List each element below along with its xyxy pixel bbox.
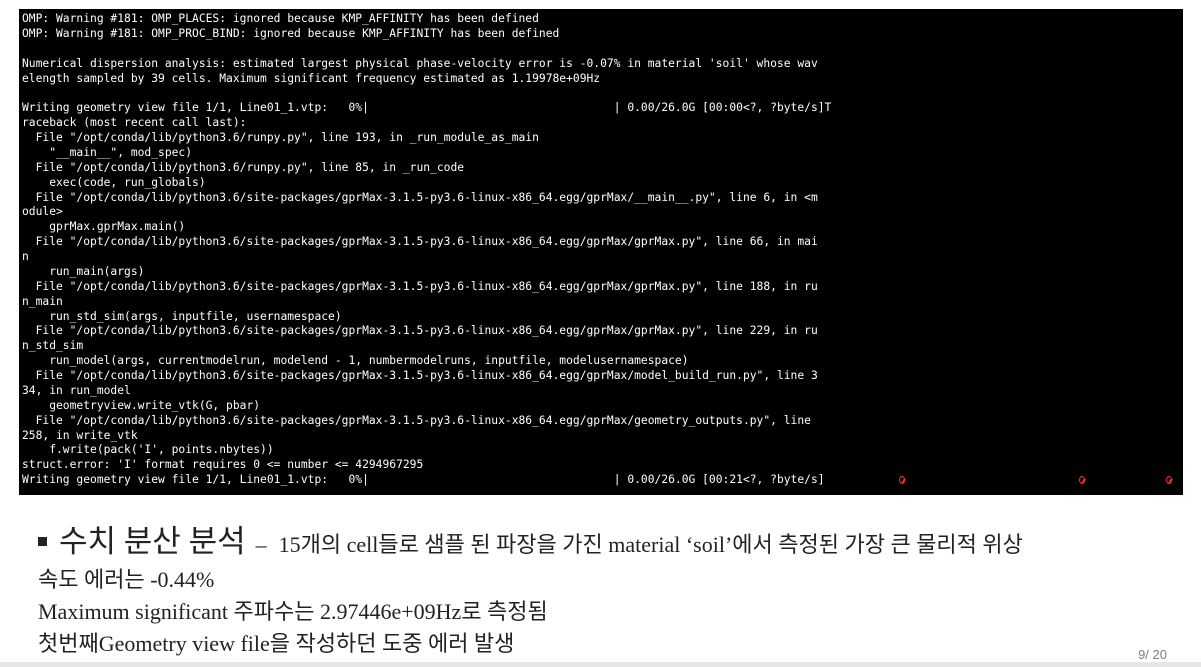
terminal-line: 34, in run_model	[22, 383, 131, 397]
bullet-body-line-3: Maximum significant 주파수는 2.97446e+09Hz로 …	[38, 599, 548, 624]
terminal-line: File "/opt/conda/lib/python3.6/site-pack…	[22, 324, 818, 338]
terminal-line: geometryview.write_vtk(G, pbar)	[22, 398, 261, 412]
progress-markers	[19, 473, 1183, 489]
terminal-line: struct.error: 'I' format requires 0 <= n…	[22, 458, 424, 472]
terminal-line: run_main(args)	[22, 264, 145, 278]
bullet-body-line-2: 속도 에러는 -0.44%	[38, 567, 215, 592]
bullet-square-icon	[38, 537, 47, 546]
terminal-line: OMP: Warning #181: OMP_PROC_BIND: ignore…	[22, 26, 560, 40]
terminal-line: File "/opt/conda/lib/python3.6/runpy.py"…	[22, 160, 465, 174]
terminal-line: File "/opt/conda/lib/python3.6/site-pack…	[22, 369, 818, 382]
terminal-line: odule>	[22, 205, 63, 219]
heading-dash: –	[255, 532, 267, 557]
terminal-line: run_model(args, currentmodelrun, modelen…	[22, 354, 689, 368]
terminal-line: gprMax.gprMax.main()	[22, 220, 186, 234]
terminal-line: n_std_sim	[22, 339, 84, 353]
terminal-line: 258, in write_vtk	[22, 428, 138, 442]
terminal-line: exec(code, run_globals)	[22, 175, 206, 189]
terminal-line: File "/opt/conda/lib/python3.6/site-pack…	[22, 279, 818, 293]
terminal-line: File "/opt/conda/lib/python3.6/site-pack…	[22, 235, 818, 249]
terminal-line: elength sampled by 39 cells. Maximum sig…	[22, 71, 601, 85]
terminal-line: n	[22, 250, 29, 263]
page-number: 9/ 20	[1138, 647, 1167, 662]
bullet-heading: 수치 분산 분석	[59, 524, 246, 559]
bottom-divider	[0, 662, 1201, 667]
progress-marker-icon	[899, 476, 905, 484]
terminal-line: run_std_sim(args, inputfile, usernamespa…	[22, 309, 342, 323]
terminal-line: Numerical dispersion analysis: estimated…	[22, 56, 818, 70]
terminal-output: OMP: Warning #181: OMP_PLACES: ignored b…	[19, 9, 1183, 495]
bullet-body-line-4: 첫번째Geometry view file을 작성하던 도중 에러 발생	[38, 631, 515, 656]
slide-text-block: 수치 분산 분석 – 15개의 cell들로 샘플 된 파장을 가진 mater…	[38, 520, 1158, 660]
terminal-line: n_main	[22, 294, 63, 308]
bullet-body-line-1: 15개의 cell들로 샘플 된 파장을 가진 material ‘soil’에…	[278, 532, 1023, 557]
terminal-line: OMP: Warning #181: OMP_PLACES: ignored b…	[22, 12, 539, 25]
bullet-row: 수치 분산 분석 – 15개의 cell들로 샘플 된 파장을 가진 mater…	[38, 520, 1158, 564]
terminal-line: File "/opt/conda/lib/python3.6/site-pack…	[22, 413, 811, 427]
terminal-line: "__main__", mod_spec)	[22, 145, 193, 159]
terminal-line: raceback (most recent call last):	[22, 116, 247, 130]
presentation-slide: OMP: Warning #181: OMP_PLACES: ignored b…	[0, 0, 1201, 667]
progress-marker-icon	[1079, 476, 1085, 484]
terminal-line: f.write(pack('I', points.nbytes))	[22, 443, 274, 457]
terminal-line: Writing geometry view file 1/1, Line01_1…	[22, 101, 832, 115]
terminal-line: File "/opt/conda/lib/python3.6/runpy.py"…	[22, 131, 539, 144]
progress-marker-icon	[1166, 476, 1172, 484]
terminal-line: File "/opt/conda/lib/python3.6/site-pack…	[22, 190, 818, 204]
